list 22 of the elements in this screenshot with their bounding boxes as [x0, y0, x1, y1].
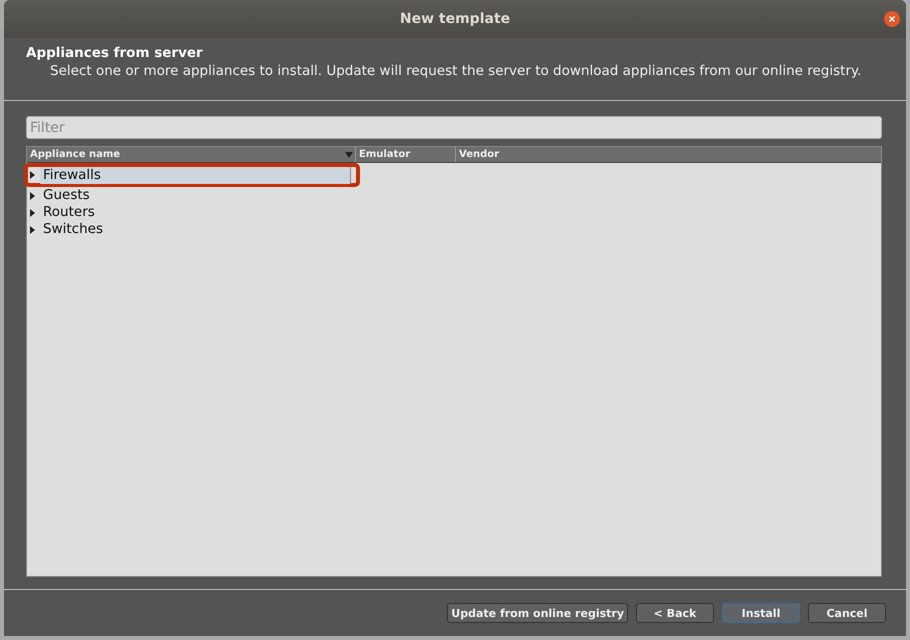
- tree-item[interactable]: Firewalls: [40, 166, 351, 184]
- expand-icon[interactable]: [30, 226, 35, 234]
- sort-icon: [345, 152, 353, 158]
- close-icon[interactable]: [884, 11, 900, 27]
- expand-icon[interactable]: [30, 192, 35, 200]
- expand-icon[interactable]: [30, 208, 35, 216]
- filter-field[interactable]: Filter: [26, 116, 882, 139]
- column-label: Appliance name: [30, 148, 120, 162]
- expand-icon[interactable]: [30, 171, 35, 179]
- column-header[interactable]: Vendor: [456, 147, 881, 162]
- tree-item[interactable]: Routers: [40, 204, 356, 221]
- column-header[interactable]: Emulator: [356, 147, 456, 162]
- dialog-button[interactable]: Update from online registry: [447, 603, 628, 623]
- dialog-button[interactable]: < Back: [636, 603, 714, 623]
- window-title: New template: [400, 11, 510, 27]
- dialog-button[interactable]: Install: [722, 603, 800, 623]
- tree-item[interactable]: Guests: [40, 187, 356, 204]
- dialog-button[interactable]: Cancel: [808, 603, 886, 623]
- column-header[interactable]: Appliance name: [27, 147, 356, 162]
- page-subtitle: Select one or more appliances to install. Update will request the server to download appliances from our online registry.: [50, 63, 862, 79]
- page-title: Appliances from server: [26, 45, 204, 61]
- tree-item[interactable]: Switches: [40, 221, 356, 238]
